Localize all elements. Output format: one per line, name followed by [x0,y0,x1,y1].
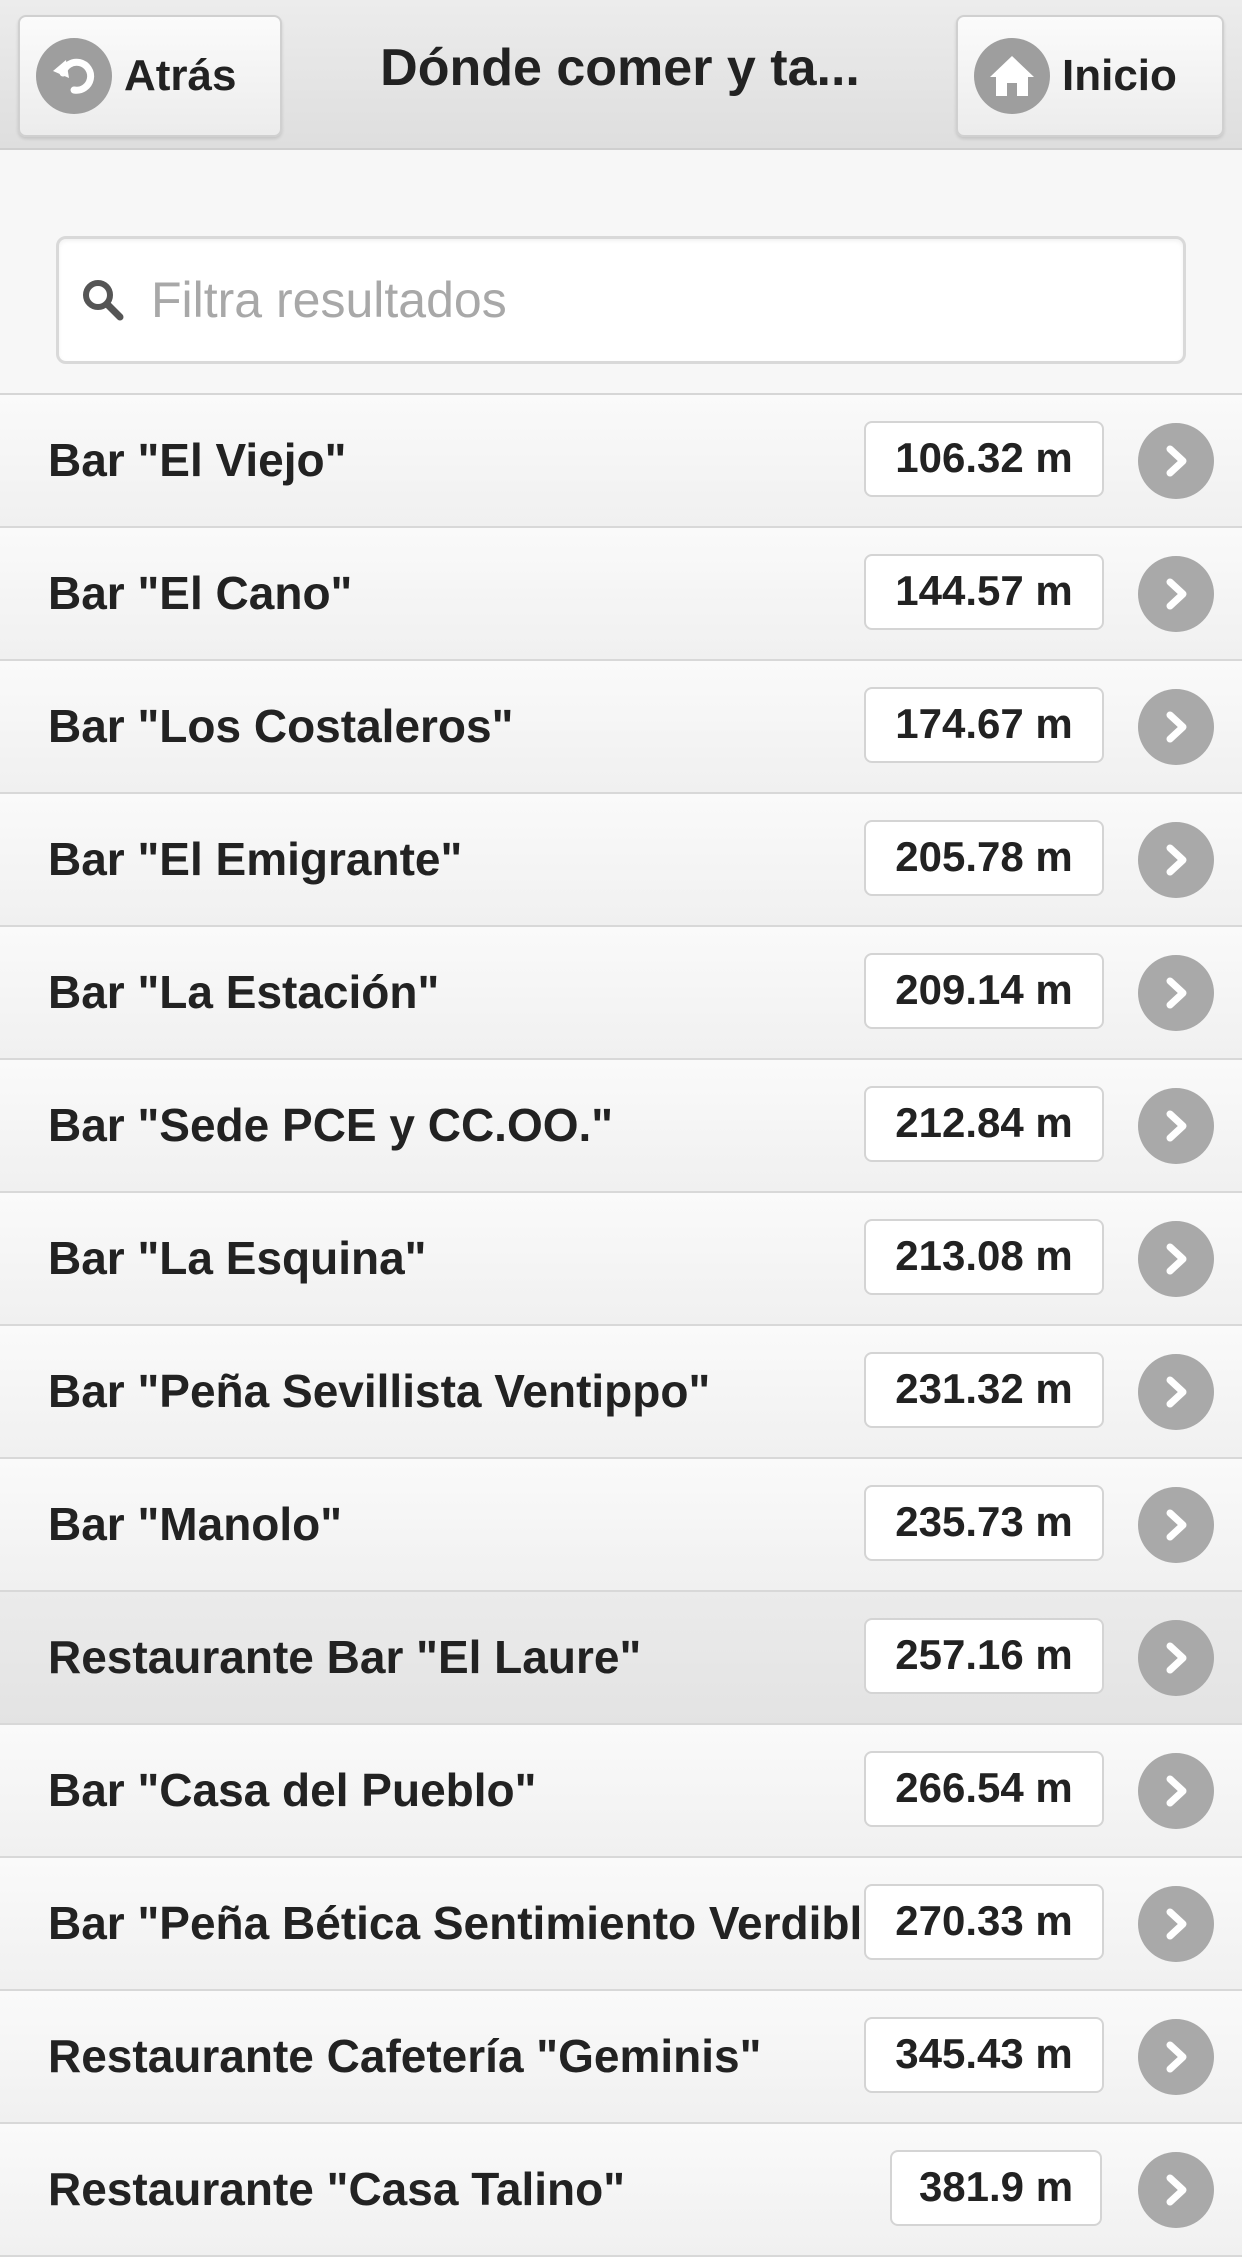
distance-badge: 257.16 m [864,1618,1104,1694]
distance-badge: 213.08 m [864,1219,1104,1295]
chevron-right-icon[interactable] [1138,1487,1214,1563]
distance-badge: 144.57 m [864,554,1104,630]
distance-badge: 345.43 m [864,2017,1104,2093]
list-item-name: Restaurante Cafetería "Geminis" [48,2030,762,2082]
list-item[interactable]: Bar "Los Costaleros" 174.67 m [0,661,1242,794]
list-item[interactable]: Bar "Casa del Pueblo" 266.54 m [0,1725,1242,1858]
list-item-name: Bar "Los Costaleros" [48,700,514,752]
list-item[interactable]: Restaurante Cafetería "Geminis" 345.43 m [0,1991,1242,2124]
back-button[interactable]: Atrás [18,15,282,137]
list-item-name: Bar "La Esquina" [48,1232,427,1284]
chevron-right-icon[interactable] [1138,1753,1214,1829]
list-item[interactable]: Bar "Peña Sevillista Ventippo" 231.32 m [0,1326,1242,1459]
list-item[interactable]: Bar "El Cano" 144.57 m [0,528,1242,661]
list-item[interactable]: Bar "Sede PCE y CC.OO." 212.84 m [0,1060,1242,1193]
list-item[interactable]: Bar "La Esquina" 213.08 m [0,1193,1242,1326]
distance-badge: 381.9 m [890,2150,1102,2226]
list-item-name: Bar "Casa del Pueblo" [48,1764,537,1816]
back-arrow-icon [36,38,112,114]
search-input[interactable] [149,270,1153,330]
chevron-right-icon[interactable] [1138,822,1214,898]
chevron-right-icon[interactable] [1138,2019,1214,2095]
home-button-label: Inicio [1062,51,1177,100]
chevron-right-icon[interactable] [1138,1221,1214,1297]
distance-badge: 235.73 m [864,1485,1104,1561]
list-item[interactable]: Restaurante "Casa Talino" 381.9 m [0,2124,1242,2257]
distance-badge: 266.54 m [864,1751,1104,1827]
list-item[interactable]: Bar "El Viejo" 106.32 m [0,395,1242,528]
list-item[interactable]: Restaurante Bar "El Laure" 257.16 m [0,1592,1242,1725]
chevron-right-icon[interactable] [1138,1886,1214,1962]
list-item-name: Bar "La Estación" [48,966,440,1018]
results-list: Bar "El Viejo" 106.32 m Bar "El Cano" 14… [0,395,1242,2257]
distance-badge: 212.84 m [864,1086,1104,1162]
list-item-name: Bar "Sede PCE y CC.OO." [48,1099,614,1151]
list-item-name: Bar "Manolo" [48,1498,343,1550]
page-title: Dónde comer y ta... [380,39,860,97]
home-button[interactable]: Inicio [956,15,1224,137]
chevron-right-icon[interactable] [1138,2152,1214,2228]
list-item[interactable]: Bar "El Emigrante" 205.78 m [0,794,1242,927]
chevron-right-icon[interactable] [1138,689,1214,765]
distance-badge: 174.67 m [864,687,1104,763]
list-item-name: Bar "Peña Sevillista Ventippo" [48,1365,711,1417]
list-item-name: Bar "El Viejo" [48,434,347,486]
search-bar [0,150,1242,395]
distance-badge: 106.32 m [864,421,1104,497]
chevron-right-icon[interactable] [1138,1620,1214,1696]
distance-badge: 270.33 m [864,1884,1104,1960]
list-item-name: Bar "Peña Bética Sentimiento Verdiblanco… [48,1897,863,1949]
chevron-right-icon[interactable] [1138,1354,1214,1430]
distance-badge: 231.32 m [864,1352,1104,1428]
distance-badge: 205.78 m [864,820,1104,896]
search-icon [73,270,133,330]
back-button-label: Atrás [124,51,237,100]
list-item-name: Restaurante Bar "El Laure" [48,1631,642,1683]
chevron-right-icon[interactable] [1138,1088,1214,1164]
distance-badge: 209.14 m [864,953,1104,1029]
chevron-right-icon[interactable] [1138,423,1214,499]
list-item[interactable]: Bar "La Estación" 209.14 m [0,927,1242,1060]
search-field[interactable] [56,236,1186,364]
list-item[interactable]: Bar "Peña Bética Sentimiento Verdiblanco… [0,1858,1242,1991]
chevron-right-icon[interactable] [1138,556,1214,632]
list-item-name: Bar "El Cano" [48,567,353,619]
home-icon [974,38,1050,114]
header-bar: Atrás Dónde comer y ta... Inicio [0,0,1242,150]
list-item[interactable]: Bar "Manolo" 235.73 m [0,1459,1242,1592]
list-item-name: Bar "El Emigrante" [48,833,463,885]
chevron-right-icon[interactable] [1138,955,1214,1031]
